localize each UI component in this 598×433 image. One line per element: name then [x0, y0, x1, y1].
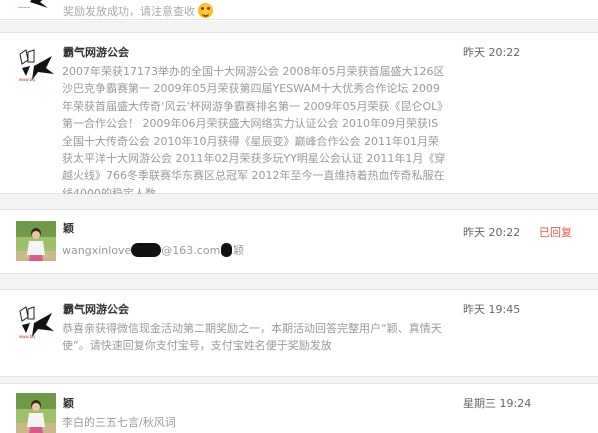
message-time: 昨天 20:22 — [463, 226, 521, 239]
email-domain: @163.com — [161, 244, 221, 257]
message-card[interactable]: www.bq 霸气网游公会 昨天 19:45 恭喜亲获得微信现金活动第二期奖励之… — [0, 289, 598, 377]
message-body: 恭喜亲获得微信现金活动第二期奖励之一，本期活动回答完整用户“颖、真情天使”。请快… — [62, 322, 442, 353]
email-prefix: wangxinlove — [62, 244, 132, 257]
svg-text:www: www — [18, 6, 30, 8]
guild-logo-avatar[interactable]: www.bq — [16, 301, 56, 341]
message-card[interactable]: www.bq 霸气网游公会 昨天 20:22 2007年荣获17173举办的全国… — [0, 32, 598, 200]
message-time: 星期三 19:24 — [463, 397, 532, 410]
redaction-mark — [131, 243, 162, 257]
separator — [0, 274, 598, 289]
smile-emoji-icon — [198, 3, 213, 18]
guild-logo-avatar[interactable]: www.bq — [16, 44, 56, 84]
message-body: wangxinlove @163.com 颖 — [62, 242, 447, 259]
message-time: 昨天 20:22 — [463, 46, 521, 59]
svg-text:www.bq: www.bq — [19, 77, 35, 82]
separator — [0, 21, 598, 32]
user-photo-avatar[interactable] — [16, 221, 56, 261]
separator — [0, 194, 598, 209]
guild-logo-avatar[interactable]: www — [14, 0, 56, 8]
sender-name[interactable]: 颖 — [63, 220, 74, 236]
reward-notice-text: 奖励发放成功，请注意查收 — [63, 5, 195, 18]
message-body: 2007年荣获17173举办的全国十大网游公会 2008年05月荣获首届盛大12… — [62, 65, 446, 200]
message-time: 昨天 19:45 — [463, 303, 521, 316]
replied-status: 已回复 — [539, 226, 572, 239]
user-photo-avatar[interactable] — [16, 393, 56, 433]
message-card[interactable]: 颖 昨天 20:22 已回复 wangxinlove @163.com 颖 — [0, 209, 598, 274]
message-card-partial[interactable]: www 奖励发放成功，请注意查收 — [0, 0, 598, 20]
sender-name[interactable]: 霸气网游公会 — [63, 44, 129, 60]
message-body: 李白的三五七言/秋风词 — [62, 416, 176, 429]
redaction-mark — [221, 243, 233, 257]
message-text: 奖励发放成功，请注意查收 — [63, 3, 213, 19]
sender-name[interactable]: 霸气网游公会 — [63, 301, 129, 317]
message-card[interactable]: 颖 星期三 19:24 李白的三五七言/秋风词 — [0, 383, 598, 433]
svg-text:www.bq: www.bq — [19, 334, 35, 339]
message-list: www 奖励发放成功，请注意查收 www.bq 霸气网游公会 昨天 20:22 … — [0, 0, 598, 433]
sender-name[interactable]: 颖 — [63, 395, 74, 411]
email-suffix: 颖 — [233, 244, 245, 257]
